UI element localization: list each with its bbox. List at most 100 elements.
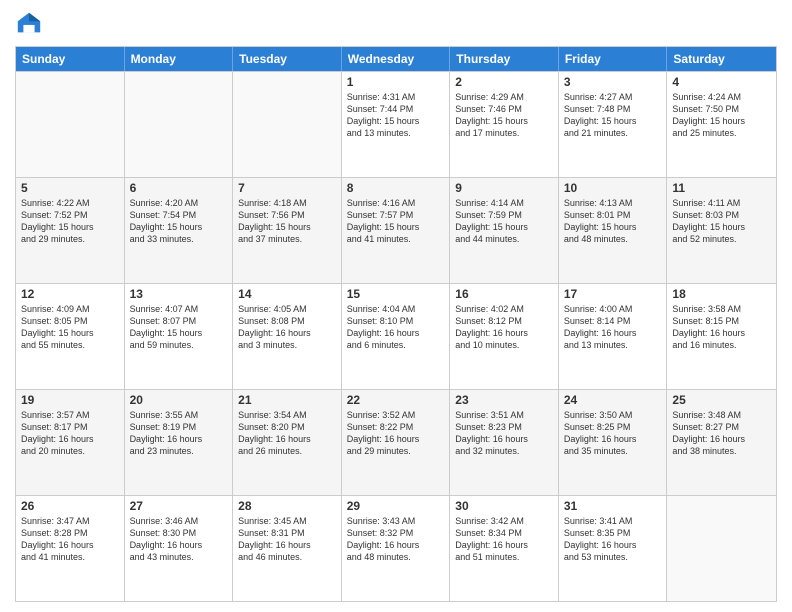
cell-line: and 46 minutes. bbox=[238, 551, 336, 563]
cell-line: Daylight: 16 hours bbox=[238, 539, 336, 551]
cell-line: Daylight: 16 hours bbox=[455, 327, 553, 339]
calendar-cell: 1 Sunrise: 4:31 AMSunset: 7:44 PMDaylight… bbox=[342, 72, 451, 177]
calendar-cell: 12Sunrise: 4:09 AMSunset: 8:05 PMDayligh… bbox=[16, 284, 125, 389]
calendar-body: 1Sunrise: 4:31 AMSunset: 7:44 PMDaylight… bbox=[16, 71, 776, 601]
day-number: 6 bbox=[130, 181, 228, 195]
cell-line: Sunset: 7:44 PM bbox=[347, 103, 445, 115]
cell-line: Sunrise: 4:22 AM bbox=[21, 197, 119, 209]
day-number: 30 bbox=[455, 499, 553, 513]
calendar-cell: 24Sunrise: 3:50 AMSunset: 8:25 PMDayligh… bbox=[559, 390, 668, 495]
cell-line: Sunrise: 4:07 AM bbox=[130, 303, 228, 315]
cell-line: Daylight: 16 hours bbox=[21, 433, 119, 445]
cell-line: and 51 minutes. bbox=[455, 551, 553, 563]
calendar-cell: 30Sunrise: 3:42 AMSunset: 8:34 PMDayligh… bbox=[450, 496, 559, 601]
day-number: 24 bbox=[564, 393, 662, 407]
cell-line: Sunrise: 3:47 AM bbox=[21, 515, 119, 527]
cell-line: and 23 minutes. bbox=[130, 445, 228, 457]
cell-line: and 13 minutes. bbox=[564, 339, 662, 351]
cell-line: Daylight: 16 hours bbox=[672, 327, 771, 339]
day-number: 16 bbox=[455, 287, 553, 301]
calendar-cell: 22Sunrise: 3:52 AMSunset: 8:22 PMDayligh… bbox=[342, 390, 451, 495]
cell-line: Sunset: 8:08 PM bbox=[238, 315, 336, 327]
day-number: 5 bbox=[21, 181, 119, 195]
day-number: 7 bbox=[238, 181, 336, 195]
calendar-cell: 8Sunrise: 4:16 AMSunset: 7:57 PMDaylight… bbox=[342, 178, 451, 283]
cell-line: and 44 minutes. bbox=[455, 233, 553, 245]
cell-line: Sunrise: 3:50 AM bbox=[564, 409, 662, 421]
cell-line: Daylight: 15 hours bbox=[347, 115, 445, 127]
calendar-cell: 28Sunrise: 3:45 AMSunset: 8:31 PMDayligh… bbox=[233, 496, 342, 601]
cell-line: Sunrise: 4:20 AM bbox=[130, 197, 228, 209]
cell-line: Sunset: 8:10 PM bbox=[347, 315, 445, 327]
cell-line: Daylight: 16 hours bbox=[21, 539, 119, 551]
calendar-cell: 21Sunrise: 3:54 AMSunset: 8:20 PMDayligh… bbox=[233, 390, 342, 495]
cell-line: Sunset: 8:22 PM bbox=[347, 421, 445, 433]
day-number: 8 bbox=[347, 181, 445, 195]
cell-line: and 20 minutes. bbox=[21, 445, 119, 457]
cell-line: Sunset: 7:59 PM bbox=[455, 209, 553, 221]
cell-line: and 41 minutes. bbox=[347, 233, 445, 245]
cell-line: Daylight: 15 hours bbox=[564, 221, 662, 233]
cell-line: Sunrise: 4:24 AM bbox=[672, 91, 771, 103]
cell-line: Sunset: 8:28 PM bbox=[21, 527, 119, 539]
cell-line: and 52 minutes. bbox=[672, 233, 771, 245]
day-number: 25 bbox=[672, 393, 771, 407]
cell-line: Sunrise: 4:14 AM bbox=[455, 197, 553, 209]
cell-line: Sunset: 8:32 PM bbox=[347, 527, 445, 539]
cell-line: Sunrise: 4:13 AM bbox=[564, 197, 662, 209]
cell-line: Sunset: 8:05 PM bbox=[21, 315, 119, 327]
cell-line: Sunset: 8:31 PM bbox=[238, 527, 336, 539]
cell-line: Sunset: 8:14 PM bbox=[564, 315, 662, 327]
cell-line: Sunset: 8:19 PM bbox=[130, 421, 228, 433]
cell-line: Daylight: 16 hours bbox=[347, 539, 445, 551]
cell-line: Sunrise: 4:31 AM bbox=[347, 91, 445, 103]
cell-line: Daylight: 15 hours bbox=[238, 221, 336, 233]
cell-line: Sunrise: 4:04 AM bbox=[347, 303, 445, 315]
day-number: 27 bbox=[130, 499, 228, 513]
cell-line: Sunset: 8:01 PM bbox=[564, 209, 662, 221]
cell-line: Sunset: 7:57 PM bbox=[347, 209, 445, 221]
cell-line: Sunset: 8:23 PM bbox=[455, 421, 553, 433]
cell-line: Sunset: 8:17 PM bbox=[21, 421, 119, 433]
calendar-cell: 29 Sunrise: 3:43 AMSunset: 8:32 PMDayligh… bbox=[342, 496, 451, 601]
cell-line: Sunset: 8:35 PM bbox=[564, 527, 662, 539]
day-number: 29 bbox=[347, 499, 445, 513]
cell-line: Daylight: 16 hours bbox=[564, 327, 662, 339]
cell-line: and 29 minutes. bbox=[21, 233, 119, 245]
cell-line: and 21 minutes. bbox=[564, 127, 662, 139]
cell-line: Sunrise: 4:27 AM bbox=[564, 91, 662, 103]
cell-line: Sunrise: 4:05 AM bbox=[238, 303, 336, 315]
logo bbox=[15, 10, 47, 38]
cell-line: Sunset: 8:34 PM bbox=[455, 527, 553, 539]
cell-line: Sunset: 8:30 PM bbox=[130, 527, 228, 539]
calendar-cell: 5Sunrise: 4:22 AMSunset: 7:52 PMDaylight… bbox=[16, 178, 125, 283]
calendar-cell: 25 Sunrise: 3:48 AMSunset: 8:27 PMDayligh… bbox=[667, 390, 776, 495]
cell-line: Sunset: 8:27 PM bbox=[672, 421, 771, 433]
cell-line: Daylight: 16 hours bbox=[672, 433, 771, 445]
cell-line: and 53 minutes. bbox=[564, 551, 662, 563]
calendar-cell: 3Sunrise: 4:27 AMSunset: 7:48 PMDaylight… bbox=[559, 72, 668, 177]
day-number: 10 bbox=[564, 181, 662, 195]
day-of-week-header: Saturday bbox=[667, 47, 776, 71]
cell-line: Daylight: 16 hours bbox=[238, 433, 336, 445]
cell-line: Sunrise: 3:43 AM bbox=[347, 515, 445, 527]
calendar-cell: 26Sunrise: 3:47 AMSunset: 8:28 PMDayligh… bbox=[16, 496, 125, 601]
cell-line: and 26 minutes. bbox=[238, 445, 336, 457]
cell-line: Sunset: 8:12 PM bbox=[455, 315, 553, 327]
cell-line: Sunrise: 3:55 AM bbox=[130, 409, 228, 421]
calendar-cell: 27Sunrise: 3:46 AMSunset: 8:30 PMDayligh… bbox=[125, 496, 234, 601]
calendar-cell: 15Sunrise: 4:04 AMSunset: 8:10 PMDayligh… bbox=[342, 284, 451, 389]
day-number: 1 bbox=[347, 75, 445, 89]
cell-line: Sunrise: 3:57 AM bbox=[21, 409, 119, 421]
cell-line: Sunrise: 3:45 AM bbox=[238, 515, 336, 527]
cell-line: Sunrise: 3:48 AM bbox=[672, 409, 771, 421]
cell-line: Daylight: 16 hours bbox=[130, 433, 228, 445]
cell-line: Daylight: 15 hours bbox=[455, 115, 553, 127]
cell-line: Sunset: 8:15 PM bbox=[672, 315, 771, 327]
calendar-row: 12Sunrise: 4:09 AMSunset: 8:05 PMDayligh… bbox=[16, 283, 776, 389]
cell-line: Sunrise: 3:54 AM bbox=[238, 409, 336, 421]
cell-line: and 43 minutes. bbox=[130, 551, 228, 563]
page: SundayMondayTuesdayWednesdayThursdayFrid… bbox=[0, 0, 792, 612]
calendar-cell: 6Sunrise: 4:20 AMSunset: 7:54 PMDaylight… bbox=[125, 178, 234, 283]
cell-line: Sunrise: 4:00 AM bbox=[564, 303, 662, 315]
